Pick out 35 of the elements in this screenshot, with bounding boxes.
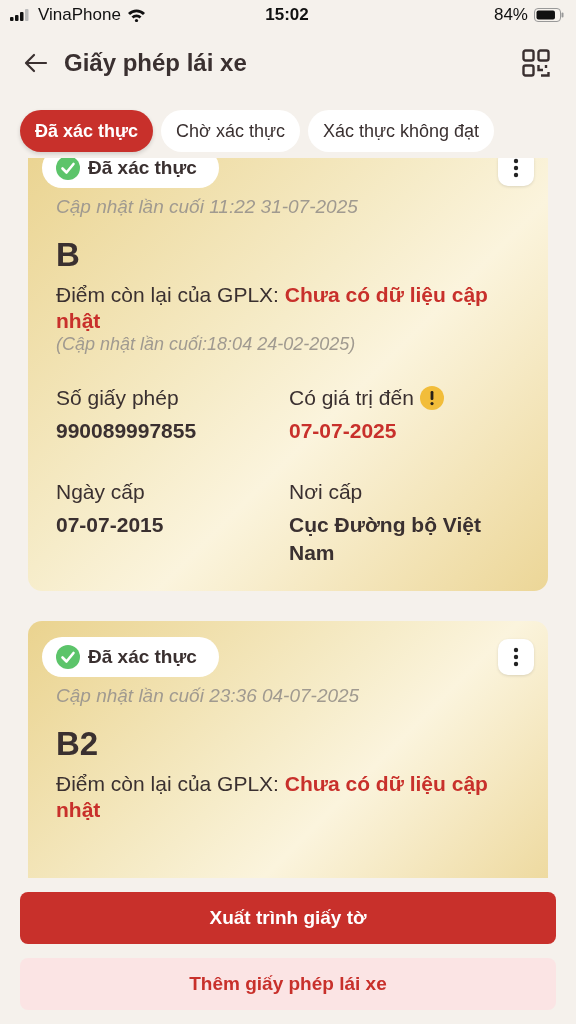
carrier-name: VinaPhone <box>38 5 121 25</box>
license-class: B <box>55 236 81 274</box>
field-value: 990089997855 <box>56 418 198 444</box>
last-updated-text: Cập nhật lần cuối 11:22 31-07-2025 <box>55 196 359 218</box>
points-updated-note: (Cập nhật lần cuối:18:04 24-02-2025) <box>55 334 357 355</box>
signal-icon <box>10 9 32 21</box>
more-options-button[interactable] <box>498 639 534 675</box>
license-class: B2 <box>55 725 100 763</box>
more-icon <box>513 158 519 178</box>
remaining-points-text: Điểm còn lại của GPLX: Chưa có dữ liệu cập nhật <box>55 282 489 334</box>
field-value: 07-07-2025 <box>289 418 398 444</box>
remaining-points-text: Điểm còn lại của GPLX: Chưa có dữ liệu cập nhật <box>55 771 489 823</box>
more-icon <box>513 647 519 667</box>
filter-tab[interactable]: Đã xác thực <box>20 110 154 152</box>
field-label: Số giấy phép <box>56 386 179 410</box>
page-title: Giấy phép lái xe <box>64 49 248 77</box>
back-arrow-icon[interactable] <box>24 53 48 73</box>
qr-code-icon[interactable] <box>522 49 550 77</box>
wifi-icon <box>126 8 146 22</box>
more-options-button[interactable] <box>498 158 534 186</box>
field-value: 07-07-2015 <box>56 512 165 538</box>
filter-tab[interactable]: Chờ xác thực <box>161 110 300 152</box>
battery-icon <box>534 8 564 22</box>
last-updated-text: Cập nhật lần cuối 23:36 04-07-2025 <box>55 685 361 707</box>
add-license-button[interactable]: Thêm giấy phép lái xe <box>20 958 556 1010</box>
status-time: 15:02 <box>265 5 309 25</box>
field-label: Có giá trị đến <box>289 386 414 410</box>
field-value: Cục Đường bộ Việt Nam <box>289 512 482 566</box>
battery-percent: 84% <box>493 5 528 25</box>
status-label: Đã xác thực <box>88 646 197 668</box>
status-label: Đã xác thực <box>88 158 197 179</box>
field-label: Nơi cấp <box>289 480 363 504</box>
filter-tab[interactable]: Xác thực không đạt <box>307 110 495 152</box>
present-documents-button[interactable]: Xuất trình giấy tờ <box>20 892 556 944</box>
field-label: Ngày cấp <box>56 480 145 504</box>
